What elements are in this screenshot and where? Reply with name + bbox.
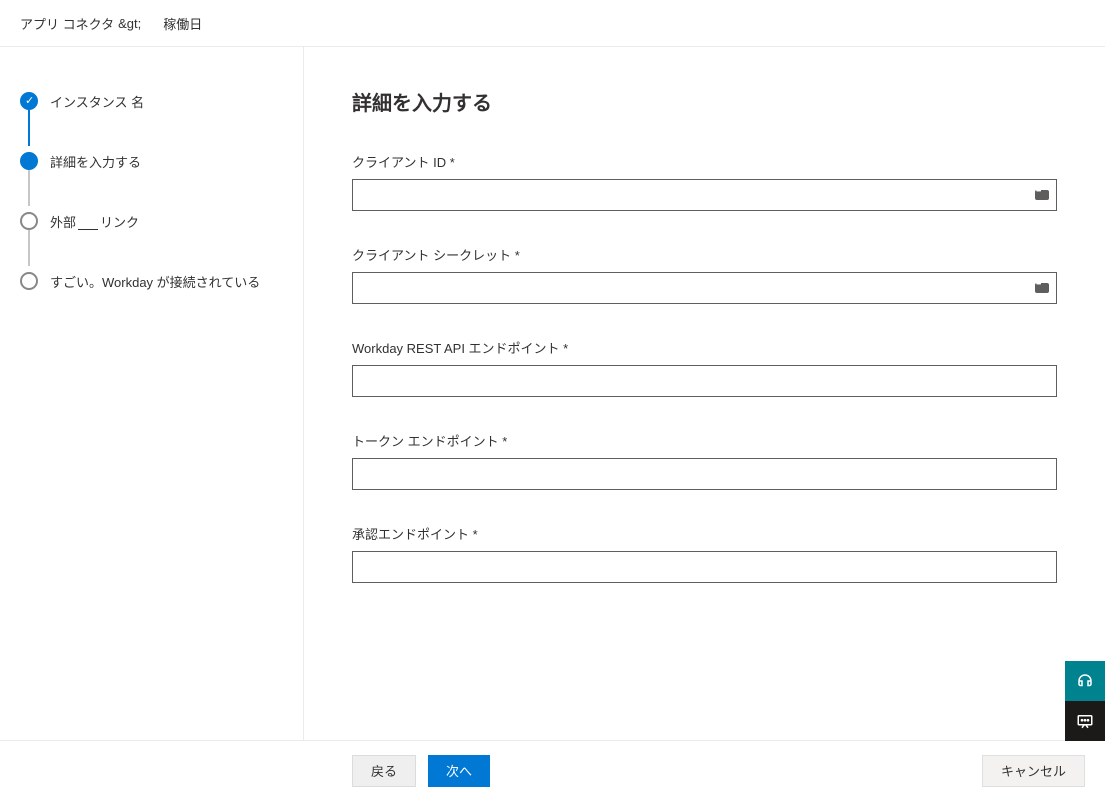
check-circle-icon: ✓ xyxy=(20,92,38,110)
client-secret-label: クライアント シークレット * xyxy=(352,245,1057,264)
field-client-secret: クライアント シークレット * xyxy=(352,245,1057,304)
step-external-link[interactable]: 外部リンク xyxy=(20,209,283,233)
pending-step-icon xyxy=(20,212,38,230)
step-label: 外部リンク xyxy=(50,212,139,231)
field-token-endpoint: トークン エンドポイント * xyxy=(352,431,1057,490)
main-form-area: 詳細を入力する クライアント ID * クライアント シークレット * Work… xyxy=(304,47,1105,740)
auth-endpoint-label: 承認エンドポイント * xyxy=(352,524,1057,543)
step-instance-name[interactable]: ✓ インスタンス 名 xyxy=(20,89,283,113)
client-id-label: クライアント ID * xyxy=(352,152,1057,171)
breadcrumb-parent[interactable]: アプリ コネクタ xyxy=(20,14,114,33)
wizard-footer: 戻る 次へ キャンセル xyxy=(0,741,1105,800)
step-connected[interactable]: すごい。Workday が接続されている xyxy=(20,269,283,293)
feedback-chat-icon[interactable] xyxy=(1065,701,1105,741)
help-headset-icon[interactable] xyxy=(1065,661,1105,701)
wizard-steps-sidebar: ✓ インスタンス 名 詳細を入力する 外部リンク すごい。Workday が接続… xyxy=(0,47,304,740)
auth-endpoint-input[interactable] xyxy=(352,551,1057,583)
floating-action-icons xyxy=(1065,661,1105,741)
step-label: インスタンス 名 xyxy=(50,92,144,111)
token-endpoint-input[interactable] xyxy=(352,458,1057,490)
step-label: 詳細を入力する xyxy=(50,152,141,171)
breadcrumb-bar: アプリ コネクタ &gt; 稼働日 xyxy=(0,0,1105,47)
client-id-input[interactable] xyxy=(352,179,1057,211)
page-title: 詳細を入力する xyxy=(352,87,1057,116)
step-label: すごい。Workday が接続されている xyxy=(50,272,260,291)
token-endpoint-label: トークン エンドポイント * xyxy=(352,431,1057,450)
next-button[interactable]: 次へ xyxy=(428,755,490,787)
reveal-password-icon[interactable] xyxy=(1035,283,1049,293)
breadcrumb-current: 稼働日 xyxy=(163,14,202,33)
step-enter-details[interactable]: 詳細を入力する xyxy=(20,149,283,173)
back-button[interactable]: 戻る xyxy=(352,755,416,787)
field-client-id: クライアント ID * xyxy=(352,152,1057,211)
field-rest-api-endpoint: Workday REST API エンドポイント * xyxy=(352,338,1057,397)
pending-step-icon xyxy=(20,272,38,290)
client-secret-input[interactable] xyxy=(352,272,1057,304)
current-step-icon xyxy=(20,152,38,170)
field-auth-endpoint: 承認エンドポイント * xyxy=(352,524,1057,583)
breadcrumb-separator: &gt; xyxy=(118,16,141,31)
cancel-button[interactable]: キャンセル xyxy=(982,755,1085,787)
reveal-password-icon[interactable] xyxy=(1035,190,1049,200)
rest-api-endpoint-label: Workday REST API エンドポイント * xyxy=(352,338,1057,357)
rest-api-endpoint-input[interactable] xyxy=(352,365,1057,397)
